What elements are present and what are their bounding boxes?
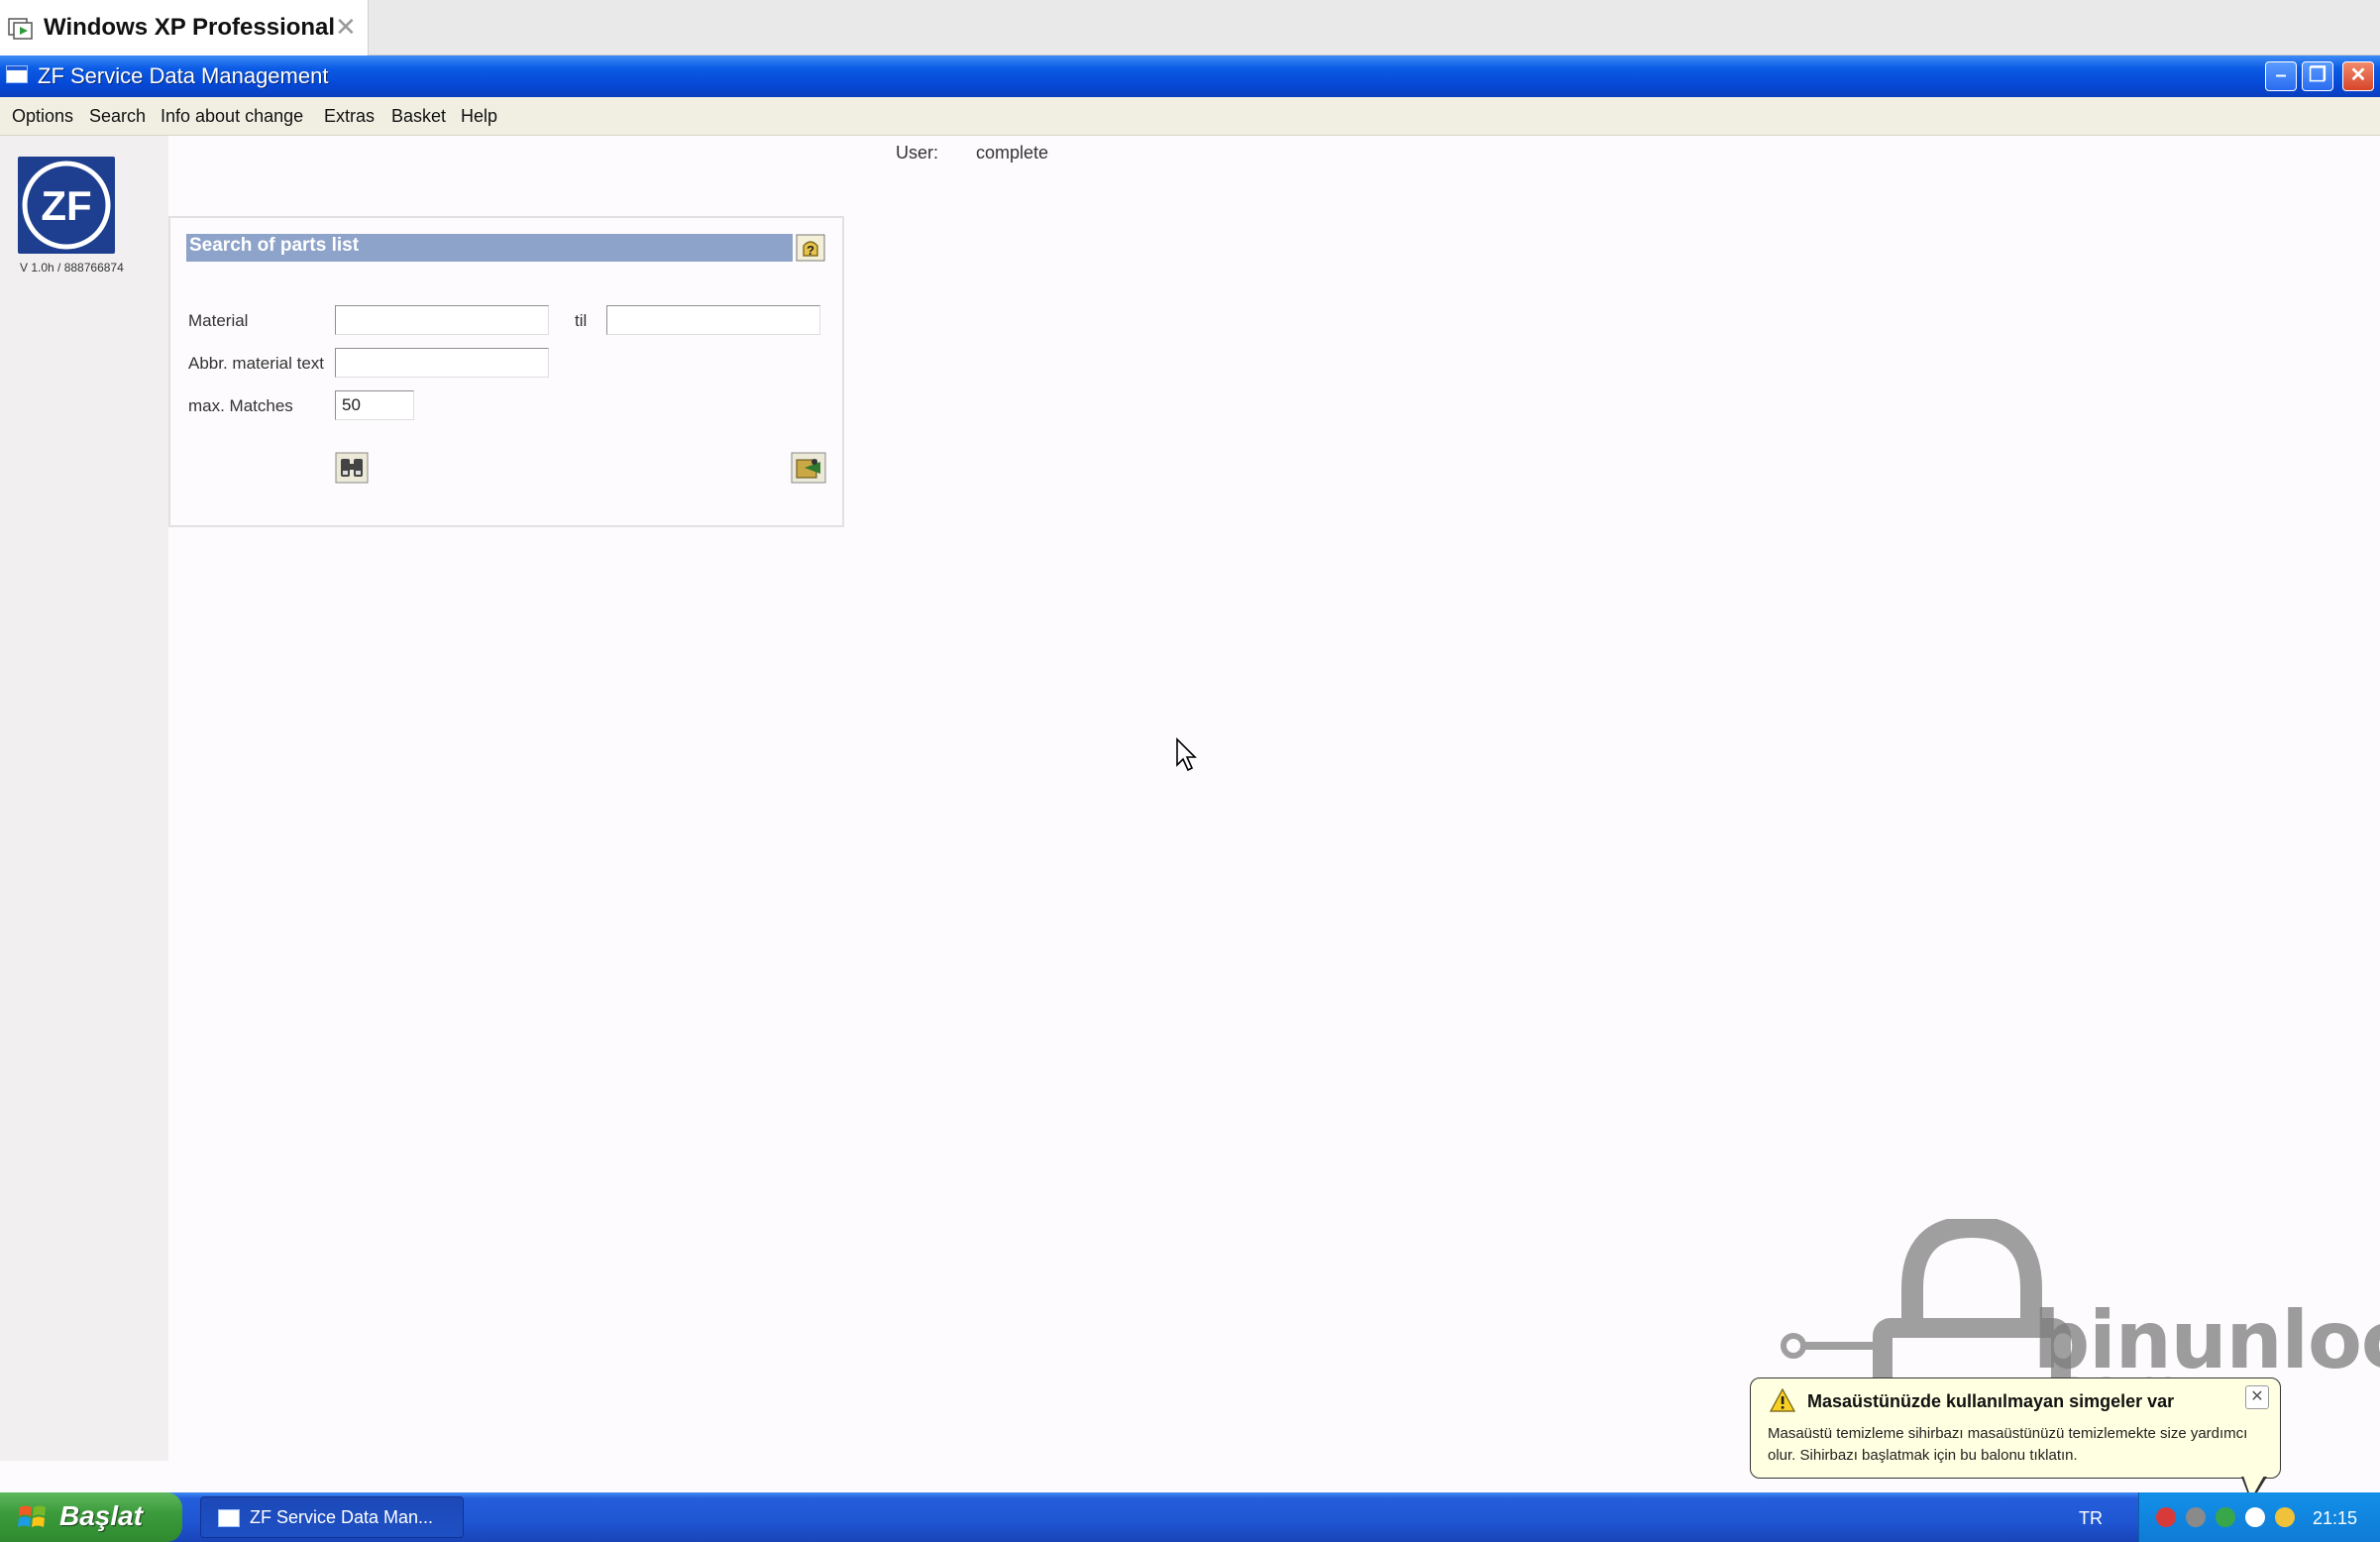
exit-icon[interactable]: [791, 452, 826, 484]
menu-extras[interactable]: Extras: [324, 106, 375, 127]
menu-search[interactable]: Search: [89, 106, 146, 127]
network-tray-icon[interactable]: [2216, 1507, 2235, 1527]
material-label: Material: [188, 311, 249, 330]
svg-text:?: ?: [807, 243, 814, 258]
balloon-text: Masaüstü temizleme sihirbazı masaüstünüz…: [1768, 1425, 2248, 1464]
vm-tab-title: Windows XP Professional: [44, 14, 336, 41]
zf-logo-text: ZF: [41, 182, 91, 229]
zf-logo: ZF: [18, 157, 115, 254]
menu-options[interactable]: Options: [12, 106, 73, 127]
menu-help[interactable]: Help: [461, 106, 497, 127]
menu-bar: Options Search Info about change Extras …: [0, 97, 2380, 136]
max-matches-label: max. Matches: [188, 396, 293, 415]
security-tray-icon[interactable]: [2156, 1507, 2176, 1527]
abbr-material-text-label: Abbr. material text: [188, 354, 325, 373]
app-window-icon: [6, 65, 28, 83]
material-til-input[interactable]: [606, 305, 820, 335]
version-label: V 1.0h / 888766874: [20, 261, 124, 275]
user-value: complete: [976, 143, 1049, 163]
vm-tab[interactable]: Windows XP Professional ✕: [0, 0, 369, 55]
balloon-title: Masaüstünüzde kullanılmayan simgeler var: [1807, 1391, 2175, 1411]
max-matches-input[interactable]: [335, 390, 414, 420]
desktop-cleanup-tray-icon[interactable]: [2245, 1507, 2265, 1527]
mouse-cursor-icon: [1176, 737, 1197, 772]
help-icon[interactable]: ?: [796, 234, 825, 262]
clock: 21:15: [2313, 1508, 2358, 1528]
speaker-tray-icon[interactable]: [2186, 1507, 2206, 1527]
balloon-close-button[interactable]: ✕: [2245, 1385, 2269, 1409]
windows-logo-icon: [18, 1505, 46, 1527]
til-label: til: [575, 311, 588, 330]
minimize-button[interactable]: –: [2265, 61, 2297, 91]
user-label: User:: [896, 143, 939, 163]
left-sidebar: [0, 136, 168, 1461]
start-label: Başlat: [59, 1500, 144, 1531]
vm-icon: [8, 18, 33, 40]
vm-tab-close-icon[interactable]: ✕: [335, 12, 357, 43]
update-tray-icon[interactable]: [2275, 1507, 2295, 1527]
menu-info-about-change[interactable]: Info about change: [161, 106, 303, 127]
material-input[interactable]: [335, 305, 549, 335]
warning-icon: [1770, 1388, 1795, 1412]
menu-basket[interactable]: Basket: [391, 106, 446, 127]
window-titlebar[interactable]: ZF Service Data Management – ❐ ✕: [0, 55, 2380, 97]
abbr-material-text-input[interactable]: [335, 348, 549, 378]
taskbar-window-label: ZF Service Data Man...: [250, 1507, 434, 1527]
binoculars-icon[interactable]: [335, 452, 369, 484]
close-button[interactable]: ✕: [2342, 61, 2374, 91]
language-indicator[interactable]: TR: [2079, 1508, 2103, 1529]
window-title: ZF Service Data Management: [38, 63, 329, 88]
panel-title: Search of parts list: [189, 235, 360, 256]
taskbar-app-icon: [218, 1509, 240, 1527]
restore-button[interactable]: ❐: [2302, 61, 2333, 91]
